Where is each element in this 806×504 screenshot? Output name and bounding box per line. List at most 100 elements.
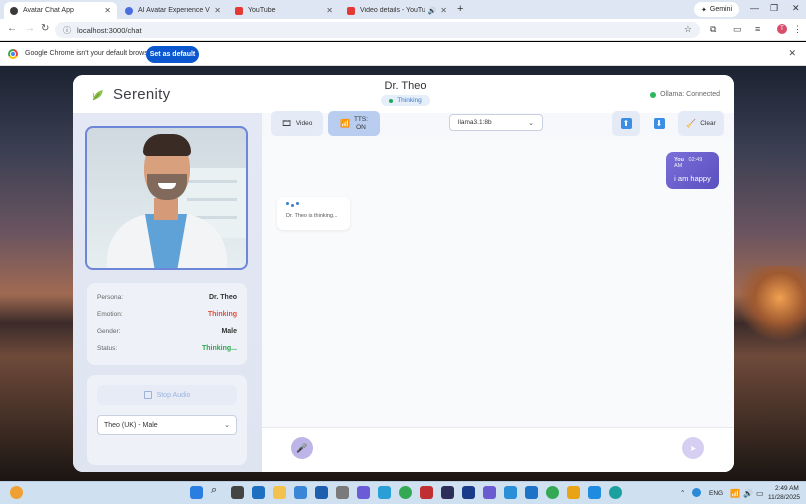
app-icon[interactable] bbox=[567, 486, 580, 499]
video-icon: 🎞 bbox=[281, 119, 292, 128]
model-select[interactable]: llama3.1:8b ⌄ bbox=[449, 114, 543, 131]
edge-icon[interactable] bbox=[609, 486, 622, 499]
bot-thinking-message: Dr. Theo is thinking... bbox=[277, 197, 350, 230]
search-icon[interactable]: ⌕ bbox=[211, 484, 224, 497]
close-tab-icon[interactable]: ✕ bbox=[214, 6, 221, 15]
send-button[interactable]: ➤ bbox=[682, 437, 704, 459]
chrome-icon[interactable] bbox=[546, 486, 559, 499]
extensions-icon[interactable]: ⧉ bbox=[710, 24, 716, 35]
voice-select[interactable]: Theo (UK) - Male ⌄ bbox=[97, 415, 237, 435]
app-icon[interactable] bbox=[336, 486, 349, 499]
chat-toolbar: 🎞 Video 📶 TTS: ON llama3.1:8b ⌄ ⬆ ⬇ 🧹 Cl… bbox=[262, 111, 734, 137]
media-controls-icon[interactable]: ≡ bbox=[755, 24, 760, 34]
vscode-icon[interactable] bbox=[588, 486, 601, 499]
broom-icon: 🧹 bbox=[686, 119, 697, 128]
app-icon[interactable] bbox=[504, 486, 517, 499]
youtube-icon bbox=[235, 6, 243, 15]
send-icon: ➤ bbox=[689, 443, 697, 453]
mic-button[interactable]: 🎤 bbox=[291, 437, 313, 459]
app-icon[interactable] bbox=[420, 486, 433, 499]
minimize-icon[interactable]: — bbox=[750, 3, 759, 13]
chevron-up-icon[interactable]: ⌃ bbox=[680, 489, 685, 497]
app-icon[interactable] bbox=[315, 486, 328, 499]
task-view-icon[interactable] bbox=[231, 486, 244, 499]
address-bar-row: ← → ↻ ⓘ localhost:3000/chat ☆ ⧉ ▭ ≡ T ⋮ bbox=[0, 19, 806, 41]
new-tab-icon[interactable]: + bbox=[457, 3, 463, 15]
speaker-icon: 🔊 bbox=[427, 7, 437, 15]
brand-name: Serenity bbox=[113, 86, 171, 103]
clock-date[interactable]: 11/28/2025 bbox=[768, 494, 800, 501]
tab-youtube[interactable]: YouTube ✕ bbox=[229, 2, 339, 19]
url-bar[interactable]: ⓘ localhost:3000/chat ☆ bbox=[55, 22, 700, 38]
doctor-name: Dr. Theo bbox=[384, 80, 427, 92]
app-icon[interactable] bbox=[294, 486, 307, 499]
battery-icon[interactable]: ▭ bbox=[756, 489, 764, 498]
app-window: Serenity Dr. Theo Thinking Ollama: Conne… bbox=[73, 75, 734, 472]
brand: Serenity bbox=[91, 86, 170, 103]
app-icon[interactable] bbox=[483, 486, 496, 499]
info-row-emotion: Emotion: Thinking bbox=[97, 311, 237, 318]
weather-icon[interactable] bbox=[10, 486, 23, 499]
reload-icon[interactable]: ↻ bbox=[41, 23, 49, 34]
composer: 🎤 ➤ bbox=[262, 427, 734, 472]
chat-panel: 🎞 Video 📶 TTS: ON llama3.1:8b ⌄ ⬆ ⬇ 🧹 Cl… bbox=[262, 111, 734, 472]
ollama-status: Ollama: Connected bbox=[650, 91, 720, 98]
info-row-gender: Gender: Male bbox=[97, 328, 237, 335]
wifi-icon[interactable]: 📶 bbox=[730, 489, 740, 498]
profile-avatar[interactable]: T bbox=[777, 24, 787, 34]
chat-messages: You 02:49 AM i am happy Dr. Theo is thin… bbox=[262, 137, 734, 427]
maximize-icon[interactable]: ❐ bbox=[770, 3, 778, 14]
file-explorer-icon[interactable] bbox=[273, 486, 286, 499]
clear-button[interactable]: 🧹 Clear bbox=[678, 111, 724, 136]
close-tab-icon[interactable]: ✕ bbox=[440, 6, 447, 15]
tab-video-details[interactable]: Video details - YouTube St 🔊 ✕ bbox=[341, 2, 453, 19]
tab-ai-avatar-experience[interactable]: AI Avatar Experience Video Pro ✕ bbox=[119, 2, 227, 19]
app-icon[interactable] bbox=[357, 486, 370, 499]
tray-icon[interactable] bbox=[692, 488, 701, 497]
equalizer-icon: 📶 bbox=[339, 119, 350, 128]
chrome-icon[interactable] bbox=[399, 486, 412, 499]
language-indicator[interactable]: ENG bbox=[709, 490, 723, 497]
info-row-persona: Persona: Dr. Theo bbox=[97, 294, 237, 301]
thinking-text: Dr. Theo is thinking... bbox=[286, 213, 338, 219]
start-icon[interactable] bbox=[190, 486, 203, 499]
gemini-button[interactable]: ✦ Gemini bbox=[694, 2, 740, 17]
bookmark-star-icon[interactable]: ☆ bbox=[684, 24, 692, 35]
connected-dot-icon bbox=[650, 91, 657, 98]
clock-time[interactable]: 2:49 AM bbox=[775, 485, 799, 492]
app-icon[interactable] bbox=[378, 486, 391, 499]
close-tab-icon[interactable]: ✕ bbox=[104, 6, 111, 15]
mic-icon: 🎤 bbox=[296, 442, 308, 453]
leaf-logo-icon bbox=[92, 89, 103, 100]
doctor-neck bbox=[154, 198, 178, 220]
status-badge: Thinking bbox=[381, 95, 430, 106]
default-browser-infobar: Google Chrome isn't your default browser… bbox=[0, 42, 806, 66]
app-icon[interactable] bbox=[525, 486, 538, 499]
close-window-icon[interactable]: ✕ bbox=[792, 3, 800, 14]
app-header: Serenity Dr. Theo Thinking Ollama: Conne… bbox=[73, 75, 734, 113]
doctor-hair bbox=[143, 134, 191, 156]
tab-avatar-chat-app[interactable]: Avatar Chat App ✕ bbox=[4, 2, 117, 19]
tts-toggle-button[interactable]: 📶 TTS: ON bbox=[328, 111, 380, 136]
upload-icon: ⬆ bbox=[620, 118, 632, 129]
message-text: i am happy bbox=[674, 174, 711, 183]
upload-button[interactable]: ⬆ bbox=[612, 111, 640, 136]
chevron-down-icon: ⌄ bbox=[528, 119, 534, 127]
menu-icon[interactable]: ⋮ bbox=[793, 24, 802, 35]
download-button[interactable]: ⬇ bbox=[645, 111, 673, 136]
forward-icon[interactable]: → bbox=[25, 23, 35, 34]
chrome-logo-icon bbox=[8, 49, 18, 59]
site-info-icon[interactable]: ⓘ bbox=[63, 25, 71, 36]
cast-icon[interactable]: ▭ bbox=[733, 24, 742, 35]
app-icon[interactable] bbox=[252, 486, 265, 499]
close-infobar-icon[interactable]: ✕ bbox=[788, 48, 796, 59]
volume-icon[interactable]: 🔊 bbox=[743, 489, 753, 498]
app-icon[interactable] bbox=[441, 486, 454, 499]
video-button[interactable]: 🎞 Video bbox=[271, 111, 323, 136]
close-tab-icon[interactable]: ✕ bbox=[326, 6, 333, 15]
doctor-title-group: Dr. Theo Thinking bbox=[363, 80, 448, 106]
stop-audio-button[interactable]: Stop Audio bbox=[97, 385, 237, 405]
back-icon[interactable]: ← bbox=[7, 23, 17, 34]
app-icon[interactable] bbox=[462, 486, 475, 499]
set-as-default-button[interactable]: Set as default bbox=[146, 46, 199, 63]
